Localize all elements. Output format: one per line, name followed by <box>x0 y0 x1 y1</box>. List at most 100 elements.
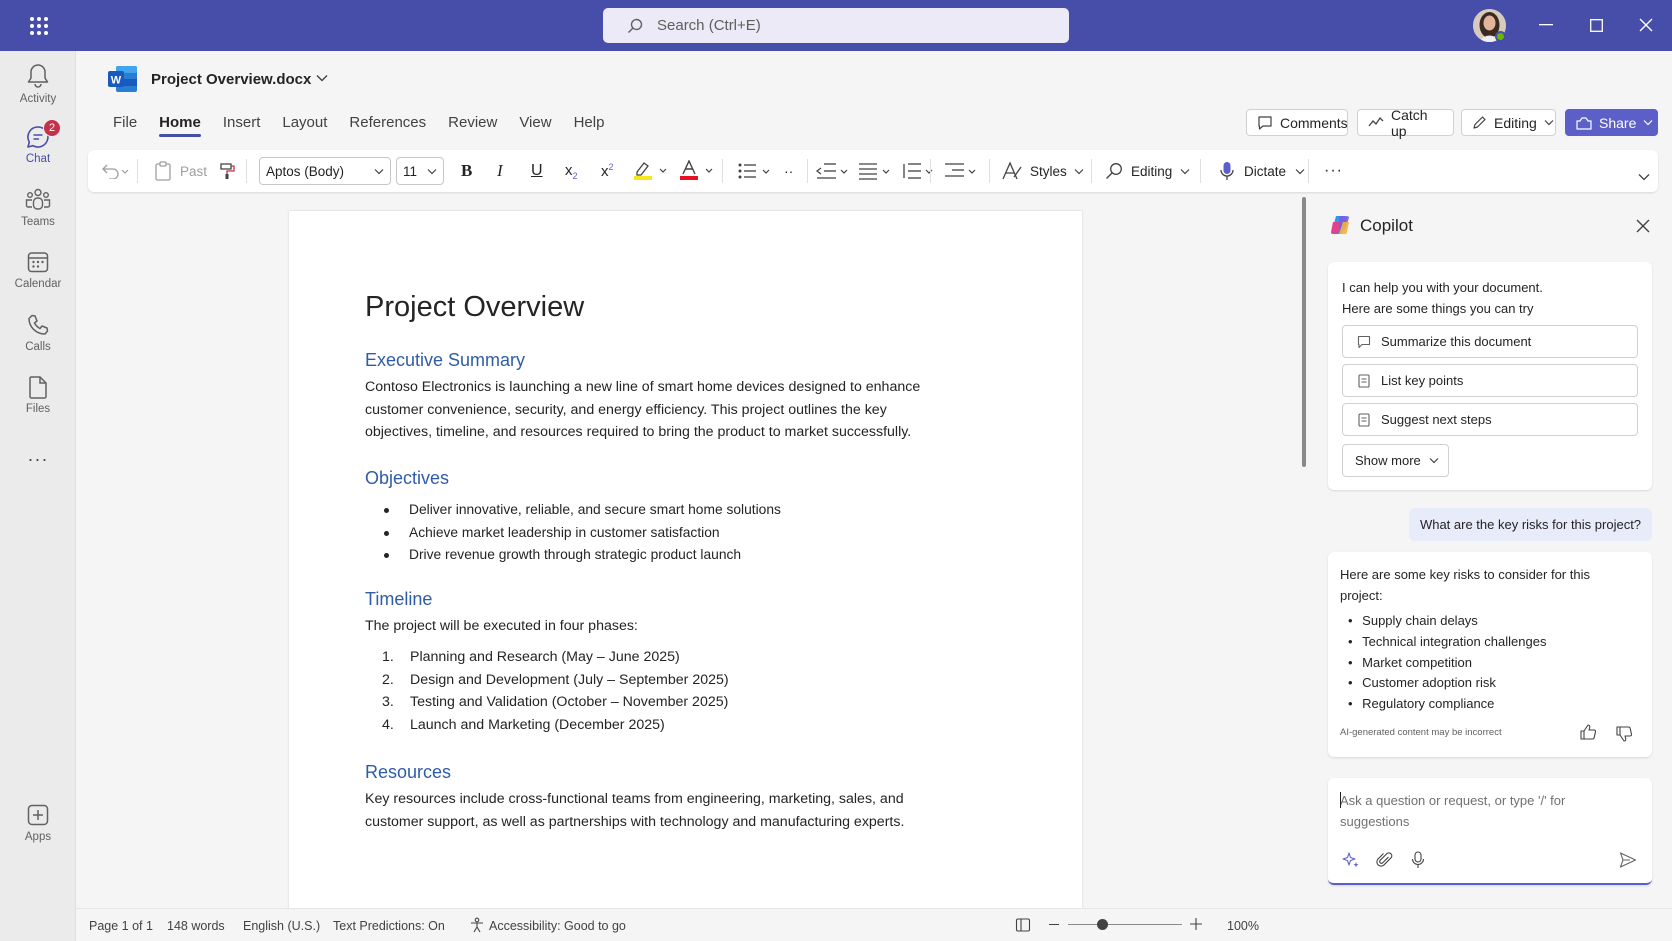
share-button[interactable]: Share <box>1565 109 1658 136</box>
styles-icon <box>1001 161 1023 181</box>
paragraph-spacing-button[interactable] <box>944 150 980 192</box>
bold-button[interactable]: B <box>461 150 472 192</box>
tab-layout[interactable]: Layout <box>271 114 338 137</box>
collapse-ribbon-button[interactable] <box>1638 156 1650 198</box>
undo-button[interactable] <box>100 150 130 192</box>
editing-label: Editing <box>1131 163 1173 179</box>
paste-label: Past <box>180 163 208 179</box>
comment-icon <box>1357 335 1371 349</box>
highlight-button[interactable] <box>632 150 670 192</box>
suggestion-summarize[interactable]: Summarize this document <box>1342 325 1638 358</box>
find-editing-button[interactable]: Editing <box>1105 150 1190 192</box>
font-size-select[interactable]: 11 <box>396 157 444 185</box>
language-status[interactable]: English (U.S.) <box>243 919 320 933</box>
page-count[interactable]: Page 1 of 1 <box>89 919 153 933</box>
tab-insert[interactable]: Insert <box>212 114 272 137</box>
paste-button[interactable]: Past <box>154 150 207 192</box>
rail-calendar[interactable]: Calendar <box>0 250 76 290</box>
zoom-slider-thumb[interactable] <box>1097 919 1109 930</box>
intro-line: I can help you with your document. <box>1342 280 1543 295</box>
send-icon[interactable] <box>1619 851 1637 869</box>
subscript-button[interactable]: x2 <box>565 150 578 192</box>
comment-icon <box>1257 115 1273 131</box>
chevron-down-icon <box>1544 119 1554 126</box>
styles-button[interactable]: Styles <box>1001 150 1084 192</box>
rail-label: Apps <box>24 831 52 843</box>
document-scrollbar[interactable] <box>1302 197 1306 467</box>
close-icon[interactable] <box>1636 219 1650 233</box>
close-window-button[interactable] <box>1626 10 1666 40</box>
font-family-select[interactable]: Aptos (Body) <box>259 157 391 185</box>
tab-review[interactable]: Review <box>437 114 508 137</box>
chevron-down-icon[interactable] <box>316 74 328 82</box>
suggestion-label: List key points <box>1381 373 1464 388</box>
rail-apps[interactable]: Apps <box>0 803 76 843</box>
catch-up-button[interactable]: Catch up <box>1357 107 1454 139</box>
tab-view[interactable]: View <box>508 114 562 137</box>
rail-activity[interactable]: Activity <box>0 63 76 105</box>
bullets-button[interactable] <box>738 150 774 192</box>
tab-file[interactable]: File <box>102 114 148 137</box>
minimize-button[interactable] <box>1526 10 1566 40</box>
zoom-in-button[interactable] <box>1189 917 1203 931</box>
zoom-slider-track[interactable] <box>1068 919 1182 930</box>
accessibility-status[interactable]: Accessibility: Good to go <box>489 919 626 933</box>
rail-chat[interactable]: 2 Chat <box>0 119 76 165</box>
italic-button[interactable]: I <box>497 150 503 192</box>
section-heading: Executive Summary <box>365 350 526 370</box>
thumbs-down-icon[interactable] <box>1615 725 1633 743</box>
zoom-level[interactable]: 100% <box>1227 919 1259 933</box>
underline-button[interactable]: U <box>531 150 543 192</box>
file-icon <box>27 375 49 399</box>
show-more-button[interactable]: Show more <box>1342 444 1449 477</box>
align-button[interactable] <box>858 150 894 192</box>
comments-button[interactable]: Comments <box>1246 109 1348 136</box>
document-title[interactable]: Project Overview.docx <box>151 71 311 88</box>
line-spacing-button[interactable] <box>901 150 937 192</box>
suggestion-key-points[interactable]: List key points <box>1342 364 1638 397</box>
search-box[interactable]: Search (Ctrl+E) <box>603 8 1069 43</box>
page-view-icon[interactable] <box>1015 917 1031 933</box>
rail-label: Files <box>25 403 51 415</box>
document-icon <box>1357 412 1371 427</box>
text-predictions-status[interactable]: Text Predictions: On <box>333 919 445 933</box>
font-color-button[interactable] <box>678 150 716 192</box>
editing-mode-button[interactable]: Editing <box>1461 109 1556 136</box>
tab-help[interactable]: Help <box>563 114 616 137</box>
thumbs-up-icon[interactable] <box>1579 723 1597 741</box>
format-painter-icon[interactable] <box>218 150 238 192</box>
more-apps-button[interactable]: ··· <box>0 449 76 470</box>
dictate-label: Dictate <box>1244 163 1287 179</box>
app-launcher-icon[interactable] <box>22 14 56 38</box>
highlighter-icon <box>632 160 670 182</box>
font-size-value: 11 <box>403 163 418 179</box>
sparkle-icon[interactable] <box>1342 851 1360 869</box>
add-apps-icon <box>26 803 50 827</box>
list-more-button[interactable]: ·· <box>784 150 793 192</box>
rail-calls[interactable]: Calls <box>0 313 76 353</box>
list-item: • Market competition <box>1348 654 1472 670</box>
zoom-out-button[interactable] <box>1049 924 1059 925</box>
suggestion-label: Summarize this document <box>1381 334 1532 349</box>
more-options-button[interactable]: ··· <box>1324 150 1343 192</box>
font-family-value: Aptos (Body) <box>266 163 345 179</box>
rail-files[interactable]: Files <box>0 375 76 415</box>
suggestion-next-steps[interactable]: Suggest next steps <box>1342 403 1638 436</box>
tab-references[interactable]: References <box>338 114 437 137</box>
teams-icon <box>25 188 51 212</box>
paragraph: The project will be executed in four pha… <box>365 618 638 634</box>
document-page[interactable]: Project Overview Executive Summary Conto… <box>289 211 1082 911</box>
superscript-button[interactable]: x2 <box>601 150 614 192</box>
microphone-icon[interactable] <box>1410 851 1426 869</box>
copilot-title: Copilot <box>1360 216 1413 235</box>
rail-teams[interactable]: Teams <box>0 188 76 228</box>
tab-home[interactable]: Home <box>148 114 212 137</box>
section-heading: Timeline <box>365 589 433 609</box>
maximize-button[interactable] <box>1576 10 1616 40</box>
copilot-input[interactable]: Ask a question or request, or type '/' f… <box>1328 778 1652 885</box>
word-count[interactable]: 148 words <box>167 919 225 933</box>
dictate-button[interactable]: Dictate <box>1219 150 1305 192</box>
accessibility-icon <box>469 917 485 933</box>
paperclip-icon[interactable] <box>1376 851 1394 869</box>
decrease-indent-button[interactable] <box>816 150 852 192</box>
